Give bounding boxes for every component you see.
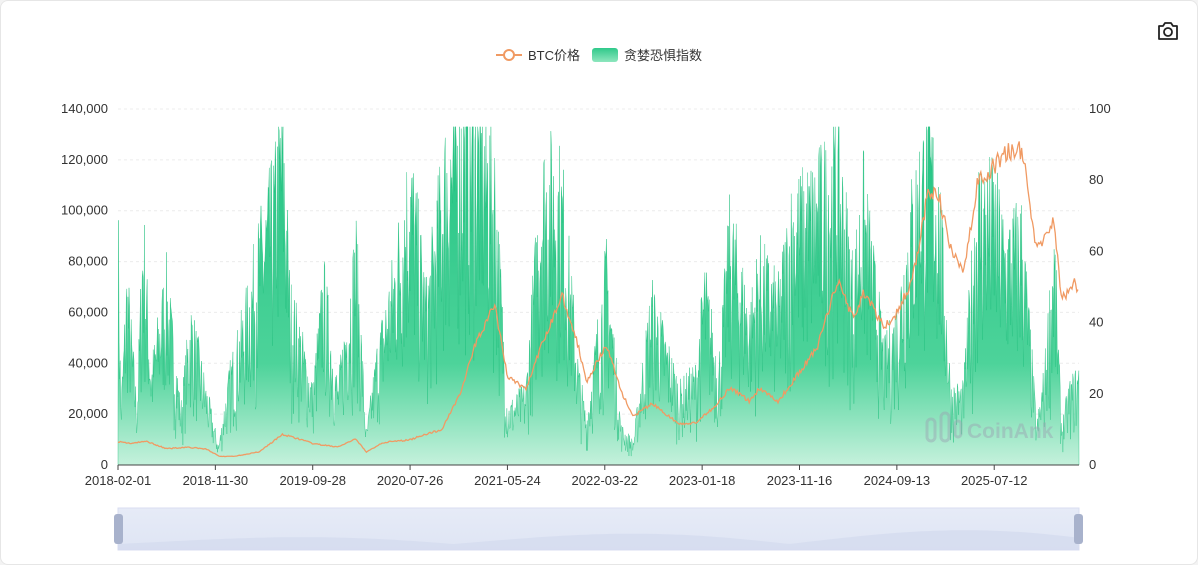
x-tick-label: 2025-07-12 [961,473,1028,488]
fear-greed-area-path [117,126,1080,466]
y-right-tick-label: 40 [1089,315,1103,330]
data-zoom [114,507,1083,551]
y-left-tick-label: 140,000 [61,101,108,116]
watermark-text: CoinAnk [967,420,1054,443]
chart-card: BTC价格 贪婪恐惧指数 0 20,000 40,000 60,000 80,000 10… [0,0,1198,565]
zoom-handle-right[interactable] [1074,514,1083,544]
y-right-tick-label: 0 [1089,457,1096,472]
zoom-handle-left[interactable] [114,514,123,544]
x-tick-label: 2021-05-24 [474,473,541,488]
x-tick-label: 2023-01-18 [669,473,736,488]
y-left-tick-label: 80,000 [68,254,108,269]
x-tick-label: 2019-09-28 [279,473,346,488]
y-right-tick-label: 60 [1089,243,1103,258]
y-left-tick-label: 40,000 [68,355,108,370]
y-left-tick-label: 120,000 [61,152,108,167]
y-right-tick-label: 80 [1089,172,1103,187]
x-tick-label: 2020-07-26 [377,473,444,488]
x-tick-label: 2024-09-13 [864,473,931,488]
chart-plot: 0 20,000 40,000 60,000 80,000 100,000 120,000 1… [61,101,1111,551]
y-right-tick-label: 100 [1089,101,1111,116]
y-left-tick-label: 0 [101,457,108,472]
y-right-tick-label: 20 [1089,386,1103,401]
x-tick-label: 2018-02-01 [85,473,152,488]
x-tick-label: 2023-11-16 [767,473,833,488]
fear-greed-area [117,126,1080,466]
y-left-tick-label: 60,000 [68,304,108,319]
x-tick-label: 2018-11-30 [183,473,249,488]
y-left-tick-label: 20,000 [68,406,108,421]
y-left-tick-label: 100,000 [61,203,108,218]
x-tick-label: 2022-03-22 [572,473,639,488]
